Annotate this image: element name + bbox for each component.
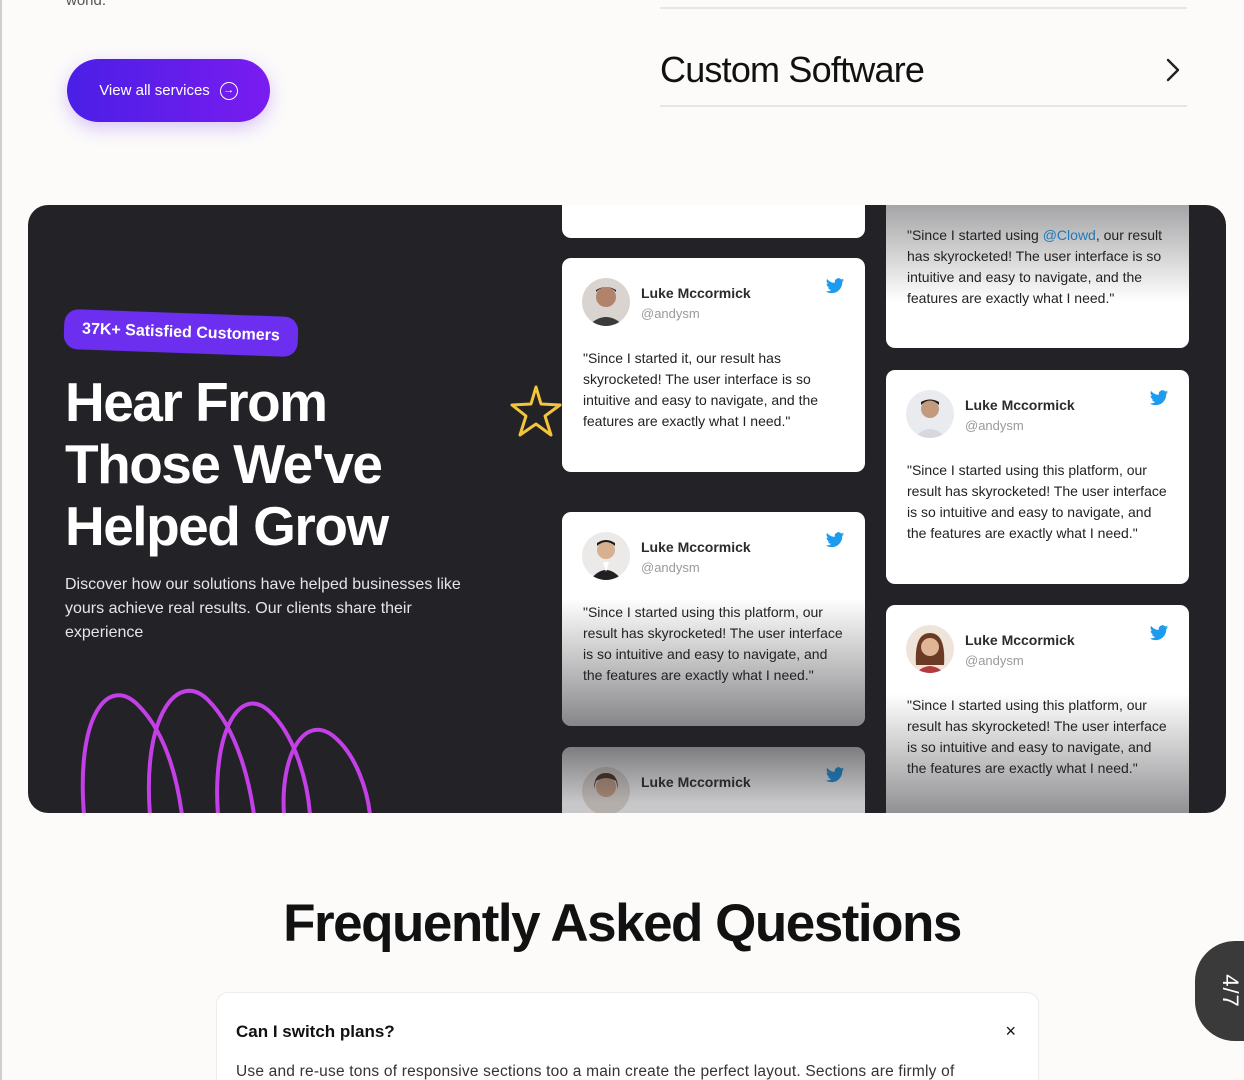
star-doodle-icon xyxy=(510,385,562,437)
reviewer-name: Luke Mccormick xyxy=(641,285,751,301)
twitter-icon[interactable] xyxy=(1149,625,1169,647)
testimonial-card: Luke Mccormick @andysm "Since I started … xyxy=(562,258,865,472)
faq-item[interactable]: Can I switch plans? × Use and re-use ton… xyxy=(216,992,1039,1080)
faq-question[interactable]: Can I switch plans? xyxy=(236,1022,395,1042)
testimonials-heading-line-1: Hear From xyxy=(65,371,328,433)
page-indicator-text: 4/7 xyxy=(1217,974,1243,1008)
testimonial-card-partial-top: "Since I started using @Clowd, our resul… xyxy=(886,205,1189,348)
avatar xyxy=(582,532,630,580)
testimonial-quote: "Since I started using this platform, ou… xyxy=(583,604,843,683)
service-divider-bottom xyxy=(660,105,1187,107)
reviewer-name: Luke Mccormick xyxy=(641,774,751,790)
reviewer-name: Luke Mccormick xyxy=(965,397,1075,413)
mention-link[interactable]: @Clowd xyxy=(1043,227,1096,243)
avatar xyxy=(906,390,954,438)
avatar xyxy=(906,625,954,673)
reviewer-handle: @andysm xyxy=(641,306,700,321)
testimonial-quote: "Since I started it, our result has skyr… xyxy=(583,350,819,429)
twitter-icon[interactable] xyxy=(825,532,845,554)
testimonial-card: Luke Mccormick @andysm "Since I started … xyxy=(562,512,865,726)
reviewer-name: Luke Mccormick xyxy=(965,632,1075,648)
testimonial-card: Luke Mccormick @andysm "Since I started … xyxy=(886,370,1189,584)
service-item-title: Custom Software xyxy=(660,49,925,90)
testimonials-heading-line-2: Those We've xyxy=(65,433,383,495)
testimonials-heading-line-3: Helped Grow xyxy=(65,495,389,557)
page-indicator[interactable]: 4/7 xyxy=(1195,941,1244,1041)
faq-answer: Use and re-use tons of responsive sectio… xyxy=(236,1063,955,1080)
avatar xyxy=(582,767,630,813)
testimonial-quote-part: , our result has skyrocketed! The user i… xyxy=(907,227,1162,306)
service-item-custom-software[interactable]: Custom Software xyxy=(660,48,1187,92)
chevron-right-icon xyxy=(1159,56,1187,84)
testimonial-quote: "Since I started using this platform, ou… xyxy=(907,462,1167,541)
testimonial-card-partial-bottom: Luke Mccormick xyxy=(562,747,865,813)
testimonials-description: Discover how our solutions have helped b… xyxy=(65,576,461,641)
service-divider-top xyxy=(660,7,1187,9)
testimonial-quote: "Since I started using this platform, ou… xyxy=(907,697,1167,776)
twitter-icon[interactable] xyxy=(1149,390,1169,412)
reviewer-name: Luke Mccormick xyxy=(641,539,751,555)
customers-badge: 37K+ Satisfied Customers xyxy=(63,308,299,358)
decorative-loops-graphic xyxy=(80,688,372,813)
previous-section-text: world. xyxy=(66,0,107,9)
arrow-right-circle-icon: → xyxy=(219,81,238,100)
twitter-icon[interactable] xyxy=(825,767,845,789)
testimonial-card-partial-top xyxy=(562,205,865,238)
testimonial-quote: "Since I started using @Clowd, our resul… xyxy=(907,225,1167,309)
testimonials-section: 37K+ Satisfied Customers Hear From Those… xyxy=(28,205,1226,813)
testimonial-card: Luke Mccormick @andysm "Since I started … xyxy=(886,605,1189,813)
view-all-services-label: View all services xyxy=(99,82,210,99)
testimonials-heading: Hear From Those We've Helped Grow xyxy=(65,371,485,557)
reviewer-handle: @andysm xyxy=(641,560,700,575)
faq-heading: Frequently Asked Questions xyxy=(283,894,962,953)
reviewer-handle: @andysm xyxy=(965,653,1024,668)
reviewer-handle: @andysm xyxy=(965,418,1024,433)
close-icon[interactable]: × xyxy=(1005,1021,1016,1042)
avatar xyxy=(582,278,630,326)
view-all-services-button[interactable]: View all services → xyxy=(67,59,270,122)
twitter-icon[interactable] xyxy=(825,278,845,300)
testimonial-quote-part: "Since I started using xyxy=(907,227,1043,243)
